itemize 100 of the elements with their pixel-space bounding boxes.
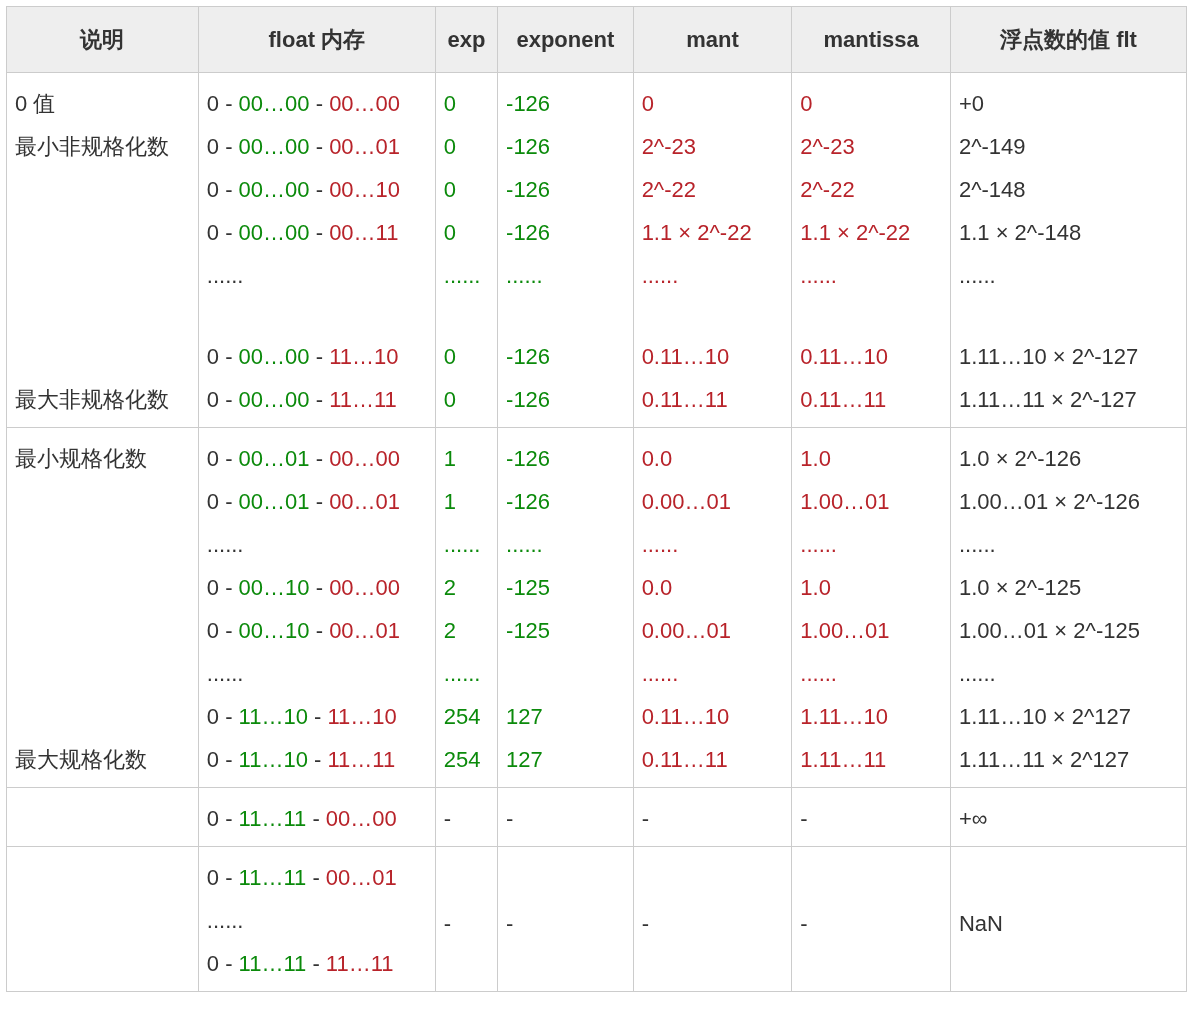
table-cell: 127 [497,738,634,788]
table-cell: 0 [435,125,498,169]
table-cell: 1.1 × 2^-22 [633,211,792,255]
table-cell: 1.11…11 × 2^-127 [950,378,1187,428]
column-header: 浮点数的值 flt [950,6,1187,73]
table-cell: 1.00…01 × 2^-125 [950,609,1187,653]
table-cell: -126 [497,125,634,169]
table-cell: 最小非规格化数 [6,125,199,169]
table-cell: 0 - 11…11 - 00…00 [198,787,436,847]
table-cell: -126 [497,211,634,255]
table-cell: 1.11…10 × 2^127 [950,695,1187,739]
table-cell: 1.00…01 × 2^-126 [950,480,1187,524]
table-cell: ...... [435,254,498,298]
table-cell: 最大规格化数 [6,738,199,788]
table-cell: 0 [435,211,498,255]
table-cell: 0 - 00…00 - 00…01 [198,125,436,169]
table-cell: 0 - 00…01 - 00…01 [198,480,436,524]
table-cell: 0 - 00…00 - 00…10 [198,168,436,212]
table-cell: 2 [435,566,498,610]
table-cell: 0 - 11…10 - 11…11 [198,738,436,788]
table-cell: 0 - 00…00 - 11…11 [198,378,436,428]
table-cell: 254 [435,695,498,739]
table-cell: 1.1 × 2^-22 [791,211,951,255]
table-cell: 最大非规格化数 [6,378,199,428]
column-header: mant [633,6,792,73]
table-cell: 127 [497,695,634,739]
column-header: 说明 [6,6,199,73]
table-cell: 0.11…11 [633,738,792,788]
table-cell: 0.11…10 [633,335,792,379]
column-header: float 内存 [198,6,436,73]
table-cell: - [497,846,634,992]
table-cell: ...... [497,523,634,567]
table-cell: - [633,787,792,847]
table-cell: ...... [198,523,436,567]
table-cell: ...... [633,652,792,696]
table-cell: 1.00…01 [791,609,951,653]
table-cell: 2^-22 [791,168,951,212]
table-cell: 最小规格化数 [6,427,199,481]
table-cell: 2 [435,609,498,653]
table-cell: ...... [633,254,792,298]
table-cell: 1.1 × 2^-148 [950,211,1187,255]
table-cell: - [791,787,951,847]
table-cell: -126 [497,480,634,524]
table-cell: ...... [435,652,498,696]
table-cell: ...... [435,523,498,567]
table-cell: -126 [497,378,634,428]
table-cell: 0.00…01 [633,609,792,653]
table-cell: 0 - 00…00 - 00…11 [198,211,436,255]
table-cell: 0.0 [633,566,792,610]
table-cell: 0.11…11 [633,378,792,428]
table-cell: 0 [435,378,498,428]
column-header: exponent [497,6,634,73]
table-cell: 0 - 00…10 - 00…00 [198,566,436,610]
table-cell: -126 [497,168,634,212]
table-cell: - [633,846,792,992]
table-cell: 2^-23 [633,125,792,169]
table-cell: 2^-22 [633,168,792,212]
table-cell: ...... [497,254,634,298]
table-cell: 1.0 × 2^-125 [950,566,1187,610]
table-cell: 1.0 [791,566,951,610]
table-cell: 1.11…10 × 2^-127 [950,335,1187,379]
table-cell: NaN [950,846,1187,992]
table-cell: ...... [950,523,1187,567]
table-cell: 2^-148 [950,168,1187,212]
column-header: exp [435,6,498,73]
table-cell: +∞ [950,787,1187,847]
table-cell: 0 值 [6,72,199,126]
table-cell: ...... [633,523,792,567]
table-cell: ...... [791,254,951,298]
column-header: mantissa [791,6,951,73]
table-cell: 2^-23 [791,125,951,169]
table-cell: 1.00…01 [791,480,951,524]
table-cell: -126 [497,335,634,379]
table-cell: 0 - 11…10 - 11…10 [198,695,436,739]
table-cell: 1 [435,480,498,524]
table-cell: 0.11…10 [791,335,951,379]
table-cell: 254 [435,738,498,788]
table-cell: 2^-149 [950,125,1187,169]
table-cell: -125 [497,609,634,653]
table-cell: ...... [791,523,951,567]
table-cell: 0 - 00…10 - 00…01 [198,609,436,653]
table-cell: 0.11…10 [633,695,792,739]
table-cell: - [791,846,951,992]
table-cell: 1.11…11 × 2^127 [950,738,1187,788]
table-cell: ...... [950,254,1187,298]
table-cell: 0 - 00…00 - 11…10 [198,335,436,379]
table-cell: 0.11…11 [791,378,951,428]
table-cell: 1.11…11 [791,738,951,788]
table-cell: - [435,787,498,847]
table-cell: -125 [497,566,634,610]
table-cell: ...... [791,652,951,696]
table-cell: 0.00…01 [633,480,792,524]
table-cell: ...... [198,899,436,943]
table-cell: - [497,787,634,847]
table-cell: - [435,846,498,992]
table-cell: 0 [435,168,498,212]
table-cell: ...... [198,254,436,298]
table-cell: 0 [435,335,498,379]
table-cell: ...... [198,652,436,696]
table-cell: ...... [950,652,1187,696]
